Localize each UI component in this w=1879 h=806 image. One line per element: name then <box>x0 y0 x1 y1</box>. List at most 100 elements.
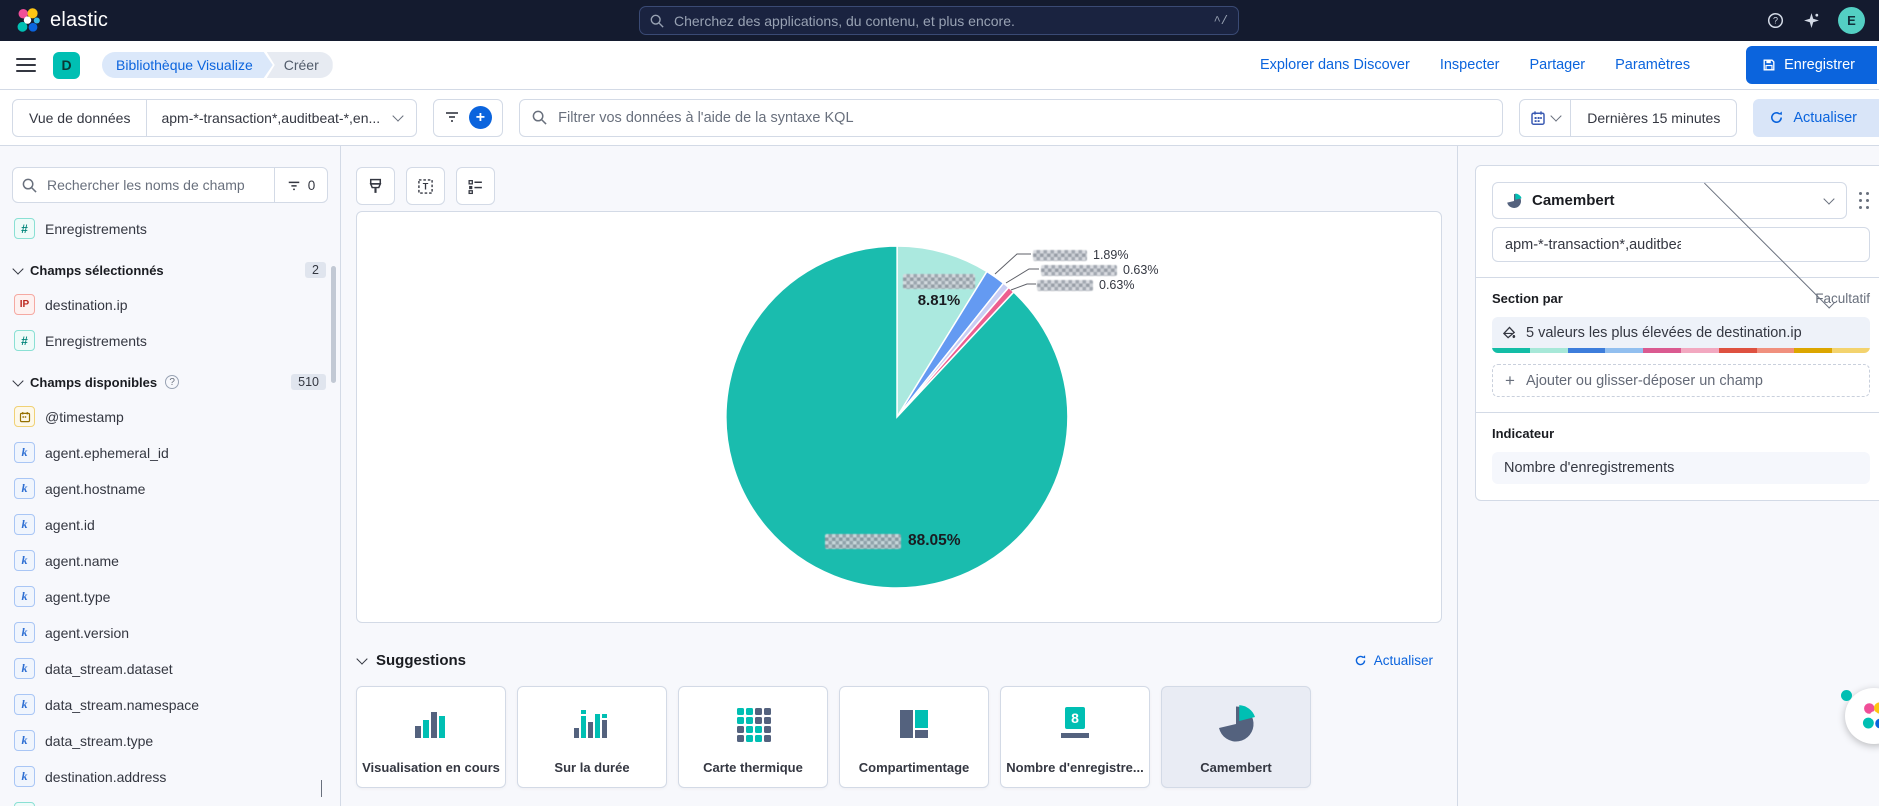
breadcrumb-visualize-library[interactable]: Bibliothèque Visualize <box>102 52 273 78</box>
slice-percent: 0.63% <box>1099 278 1134 292</box>
slice-label: 88.05% <box>825 532 961 550</box>
global-search-bar[interactable]: ^/ <box>639 6 1239 35</box>
scroll-down-icon[interactable] <box>321 780 322 796</box>
settings-link[interactable]: Paramètres <box>1615 57 1690 73</box>
share-link[interactable]: Partager <box>1530 57 1586 73</box>
time-range-button[interactable]: Dernières 15 minutes <box>1571 110 1736 126</box>
metric-dimension[interactable]: Nombre d'enregistrements <box>1492 452 1870 484</box>
date-picker-button[interactable] <box>1520 100 1571 136</box>
chevron-down-icon <box>392 110 403 121</box>
field-type-number-icon: # <box>14 218 35 239</box>
field-type-date-icon <box>14 406 35 427</box>
chevron-down-icon <box>1823 193 1834 204</box>
dimension-top-values[interactable]: 5 valeurs les plus élevées de destinatio… <box>1492 317 1870 353</box>
field-item[interactable]: kagent.version <box>14 622 326 643</box>
palette-icon <box>1502 325 1517 340</box>
chart-type-select[interactable]: Camembert <box>1492 182 1847 219</box>
explore-in-discover-link[interactable]: Explorer dans Discover <box>1260 57 1410 73</box>
callout-line <box>1011 284 1036 290</box>
field-search-input[interactable] <box>45 176 265 194</box>
field-item[interactable]: #Enregistrements <box>14 330 326 351</box>
pie-chart-panel[interactable]: 8.81%88.05%1.89%0.63%0.63% <box>356 211 1442 623</box>
help-icon[interactable]: ? <box>1766 12 1784 30</box>
refresh-icon <box>1354 654 1367 667</box>
inspect-link[interactable]: Inspecter <box>1440 57 1500 73</box>
suggestion-card-bar-chart-stacked[interactable]: Sur la durée <box>517 686 667 788</box>
field-item[interactable]: kagent.hostname <box>14 478 326 499</box>
add-dimension-button[interactable]: + Ajouter ou glisser-déposer un champ <box>1492 364 1870 397</box>
field-section-label: Champs disponibles <box>30 375 157 390</box>
appearance-brush-button[interactable] <box>356 167 395 205</box>
field-section-header[interactable]: Champs sélectionnés2 <box>14 261 326 279</box>
workspace: T 8.81%88.05%1.89%0.63%0.63% Suggestions… <box>342 146 1458 806</box>
slice-percent: 88.05% <box>908 532 961 550</box>
slice-label: 8.81% <box>889 274 989 309</box>
suggestions-collapse-icon[interactable] <box>356 653 367 664</box>
field-item[interactable]: k data_stream.dataset <box>14 658 326 679</box>
masked-ip-label <box>1041 265 1117 276</box>
field-item[interactable]: kdata_stream.namespace <box>14 694 326 715</box>
filter-icon[interactable] <box>444 108 460 127</box>
data-view-selector[interactable]: apm-*-transaction*,auditbeat-*,en... <box>147 110 416 126</box>
suggestion-card-heatmap[interactable]: Carte thermique <box>678 686 828 788</box>
labels-text-button[interactable]: T <box>406 167 445 205</box>
legend-list-icon <box>467 178 484 195</box>
slice-label: 0.63% <box>1041 263 1158 277</box>
treemap-icon <box>892 687 936 760</box>
suggestion-label: Nombre d'enregistre... <box>1006 760 1143 775</box>
suggestions-title: Suggestions <box>376 652 466 669</box>
ai-assistant-icon[interactable] <box>1802 12 1820 30</box>
field-item[interactable]: #destination.as.number <box>14 802 326 806</box>
elastic-home-link[interactable]: elastic <box>14 7 108 34</box>
field-section-header[interactable]: Champs disponibles?510 <box>14 373 326 391</box>
palette-color <box>1530 348 1568 353</box>
field-type-keyword-icon: k <box>14 442 35 463</box>
suggestions-refresh-link[interactable]: Actualiser <box>1354 653 1433 668</box>
sidebar-scrollbar[interactable] <box>331 266 336 383</box>
field-item[interactable]: @timestamp <box>14 406 326 427</box>
add-filter-button[interactable]: + <box>469 106 492 129</box>
global-search-input[interactable] <box>672 12 1206 30</box>
user-avatar[interactable]: E <box>1838 7 1865 34</box>
field-name: agent.id <box>45 517 95 533</box>
field-name: data_stream.dataset <box>45 661 173 677</box>
field-item[interactable]: #Enregistrements <box>14 218 326 239</box>
breadcrumb: Bibliothèque Visualize Créer <box>102 52 333 78</box>
field-type-keyword-icon: k <box>14 658 35 679</box>
app-nav-bar: D Bibliothèque Visualize Créer Explorer … <box>0 41 1879 90</box>
info-icon[interactable]: ? <box>165 375 179 389</box>
field-type-number-icon: # <box>14 330 35 351</box>
palette-color <box>1568 348 1606 353</box>
menu-icon[interactable] <box>16 58 36 72</box>
metric-section-label: Indicateur <box>1492 426 1554 441</box>
field-item[interactable]: IPdestination.ip <box>14 294 326 315</box>
text-box-icon: T <box>417 178 434 195</box>
suggestion-card-bar-chart[interactable]: Visualisation en cours <box>356 686 506 788</box>
kql-search-box[interactable] <box>519 99 1503 137</box>
suggestion-card-metric[interactable]: 8Nombre d'enregistre... <box>1000 686 1150 788</box>
field-search-box[interactable] <box>13 168 274 202</box>
suggestion-card-treemap[interactable]: Compartimentage <box>839 686 989 788</box>
field-item[interactable]: kdestination.address <box>14 766 326 787</box>
space-badge[interactable]: D <box>53 52 80 79</box>
field-item[interactable]: kagent.type <box>14 586 326 607</box>
layer-drag-handle[interactable] <box>1859 192 1870 210</box>
legend-settings-button[interactable] <box>456 167 495 205</box>
save-button[interactable]: Enregistrer <box>1746 46 1877 84</box>
field-type-keyword-icon: k <box>14 694 35 715</box>
field-item[interactable]: kdata_stream.type <box>14 730 326 751</box>
suggestion-label: Sur la durée <box>554 760 629 775</box>
field-type-number-icon: # <box>14 802 35 806</box>
chevron-down-icon <box>12 375 23 386</box>
field-item[interactable]: kagent.ephemeral_id <box>14 442 326 463</box>
kql-search-input[interactable] <box>556 109 1490 127</box>
masked-ip-label <box>1033 250 1087 261</box>
layer-data-view-select[interactable]: apm-*-transaction*,auditbeat-*,endgame-*… <box>1492 227 1870 262</box>
config-column: Camembert apm-*-transaction*,auditbeat-*… <box>1459 146 1879 806</box>
field-filter-button[interactable]: 0 <box>274 168 327 202</box>
refresh-button[interactable]: Actualiser <box>1753 99 1879 137</box>
suggestion-card-pie[interactable]: Camembert <box>1161 686 1311 788</box>
field-item[interactable]: kagent.id <box>14 514 326 535</box>
data-view-label-button[interactable]: Vue de données <box>13 100 147 136</box>
field-item[interactable]: kagent.name <box>14 550 326 571</box>
